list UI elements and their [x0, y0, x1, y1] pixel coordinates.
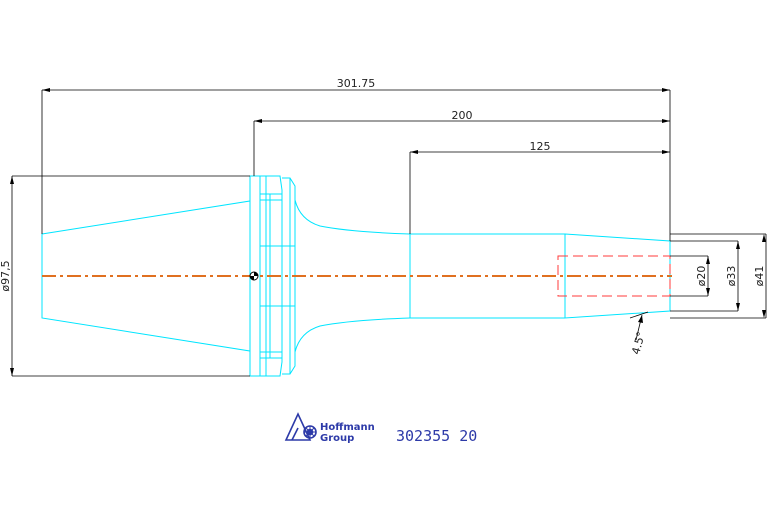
- part-number: 302355 20: [396, 427, 477, 445]
- dim-taper-angle: 4.5°: [629, 330, 648, 356]
- logo-line-1: Hoffmann: [320, 422, 375, 433]
- hoffmann-logo-icon: [284, 412, 317, 441]
- dim-overall-length: 301.75: [337, 77, 376, 90]
- neck-transition: [294, 199, 411, 235]
- gauge-point-marker: [249, 271, 259, 281]
- dim-length-from-shank: 125: [530, 140, 551, 153]
- dim-tip-outer-diameter: ø41: [753, 266, 766, 287]
- dim-length-from-flange: 200: [452, 109, 473, 122]
- hoffmann-logo: Hoffmann Group: [284, 412, 375, 444]
- technical-drawing: 301.75 200 125 ø97,5 ø20 ø33 ø41 4.5° Ho…: [0, 77, 767, 445]
- dim-tip-inner-diameter: ø33: [725, 266, 738, 287]
- dimension-arrowheads: [10, 88, 766, 376]
- dim-bore-diameter: ø20: [695, 266, 708, 287]
- dim-flange-diameter: ø97,5: [0, 260, 12, 291]
- logo-line-2: Group: [320, 433, 354, 444]
